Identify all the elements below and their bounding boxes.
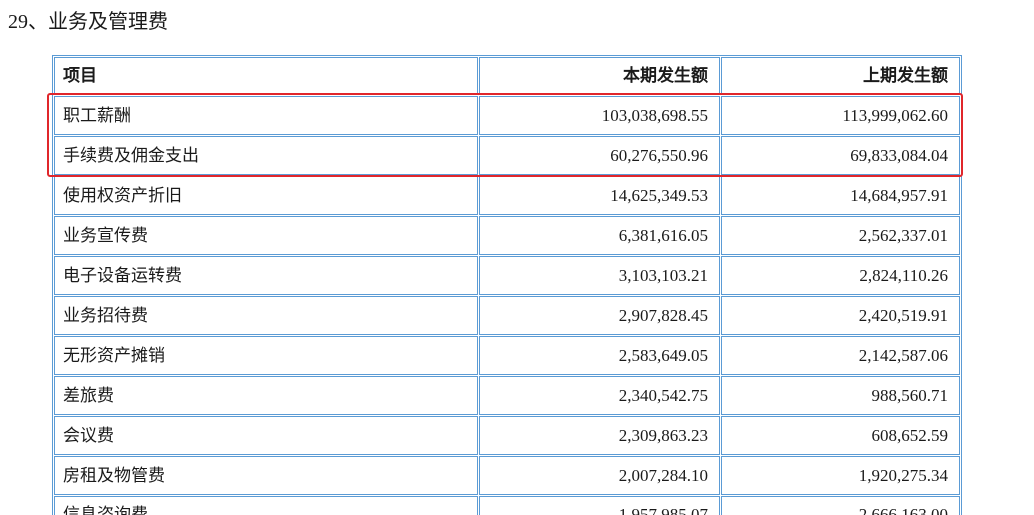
prior-period-cell: 608,652.59 bbox=[721, 416, 960, 455]
prior-period-cell: 113,999,062.60 bbox=[721, 96, 960, 135]
current-period-cell: 6,381,616.05 bbox=[479, 216, 720, 255]
prior-period-cell: 2,824,110.26 bbox=[721, 256, 960, 295]
section-title: 29、业务及管理费 bbox=[8, 11, 168, 33]
prior-period-text: 2,666,163.00 bbox=[858, 505, 948, 515]
item-name-cell: 差旅费 bbox=[54, 376, 478, 415]
prior-period-cell: 1,920,275.34 bbox=[721, 456, 960, 495]
current-period-cell: 60,276,550.96 bbox=[479, 136, 720, 175]
current-period-cell: 2,340,542.75 bbox=[479, 376, 720, 415]
current-period-text: 1,957,985.07 bbox=[618, 505, 708, 515]
current-period-cell: 2,309,863.23 bbox=[479, 416, 720, 455]
item-name-cell: 职工薪酬 bbox=[54, 96, 478, 135]
header-item: 项目 bbox=[54, 57, 478, 95]
prior-period-cell: 2,142,587.06 bbox=[721, 336, 960, 375]
item-name-cell: 无形资产摊销 bbox=[54, 336, 478, 375]
item-name-cell: 业务宣传费 bbox=[54, 216, 478, 255]
prior-period-cell: 14,684,957.91 bbox=[721, 176, 960, 215]
item-name-cell: 手续费及佣金支出 bbox=[54, 136, 478, 175]
item-name-cell: 电子设备运转费 bbox=[54, 256, 478, 295]
expense-table: 项目 本期发生额 上期发生额 职工薪酬 103,038,698.55 113,9… bbox=[52, 55, 962, 515]
prior-period-cell: 69,833,084.04 bbox=[721, 136, 960, 175]
item-name-cell: 会议费 bbox=[54, 416, 478, 455]
prior-period-cell: 2,562,337.01 bbox=[721, 216, 960, 255]
item-name-cell: 使用权资产折旧 bbox=[54, 176, 478, 215]
header-current-period: 本期发生额 bbox=[479, 57, 720, 95]
header-prior-period: 上期发生额 bbox=[721, 57, 960, 95]
current-period-cell: 1,957,985.07 bbox=[479, 496, 720, 515]
prior-period-cell: 2,666,163.00 bbox=[721, 496, 960, 515]
item-name-cell: 信息咨询费 bbox=[54, 496, 478, 515]
item-name-cell: 房租及物管费 bbox=[54, 456, 478, 495]
current-period-cell: 2,583,649.05 bbox=[479, 336, 720, 375]
prior-period-cell: 2,420,519.91 bbox=[721, 296, 960, 335]
current-period-cell: 2,007,284.10 bbox=[479, 456, 720, 495]
current-period-cell: 103,038,698.55 bbox=[479, 96, 720, 135]
document-page: 29、业务及管理费 项目 本期发生额 上期发生额 职工薪酬 103,038,69… bbox=[0, 0, 1034, 515]
current-period-cell: 14,625,349.53 bbox=[479, 176, 720, 215]
prior-period-cell: 988,560.71 bbox=[721, 376, 960, 415]
current-period-cell: 2,907,828.45 bbox=[479, 296, 720, 335]
item-name-cell: 业务招待费 bbox=[54, 296, 478, 335]
current-period-cell: 3,103,103.21 bbox=[479, 256, 720, 295]
item-name-text: 信息咨询费 bbox=[63, 505, 148, 515]
